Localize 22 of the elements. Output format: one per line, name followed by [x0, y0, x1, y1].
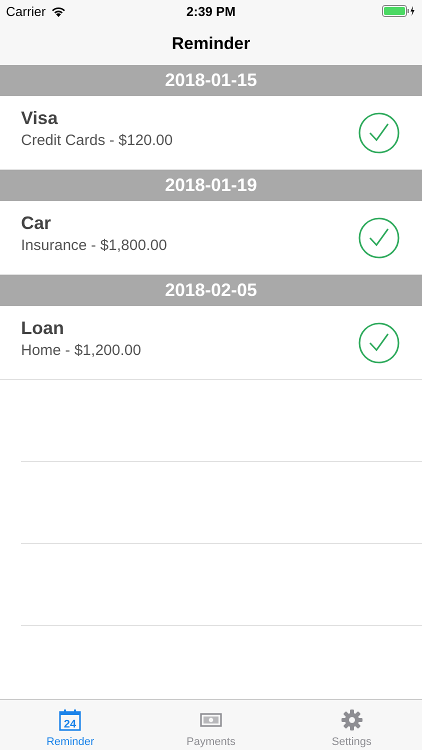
- reminder-title: Visa: [21, 108, 59, 129]
- screen-title: Reminder: [172, 34, 250, 54]
- tab-item[interactable]: Payments: [140, 700, 282, 750]
- reminder-detail: Credit Cards - $120.00: [21, 132, 173, 149]
- section-header: 2018-01-19: [0, 170, 422, 201]
- settings-icon: [340, 709, 363, 731]
- checkmark-circle-icon[interactable]: [358, 112, 400, 154]
- checkmark-circle-icon[interactable]: [358, 216, 400, 258]
- reminder-title: Loan: [21, 318, 65, 339]
- wifi-icon: [50, 6, 66, 16]
- reminder-detail: Insurance - $1,800.00: [21, 237, 167, 254]
- reminder-detail: Home - $1,200.00: [21, 342, 142, 359]
- tab-item[interactable]: Settings: [281, 700, 422, 750]
- battery-icon: [382, 5, 416, 17]
- reminder-title: Car: [21, 213, 52, 234]
- calendar-icon: 24: [59, 709, 82, 731]
- tab-item[interactable]: 24 Reminder: [0, 700, 141, 750]
- section-header: 2018-02-05: [0, 275, 422, 306]
- checkmark-circle-icon[interactable]: [358, 322, 400, 364]
- section-header: 2018-01-15: [0, 65, 422, 96]
- clock-time: 2:39 PM: [186, 4, 236, 18]
- carrier-label: Carrier: [6, 4, 46, 18]
